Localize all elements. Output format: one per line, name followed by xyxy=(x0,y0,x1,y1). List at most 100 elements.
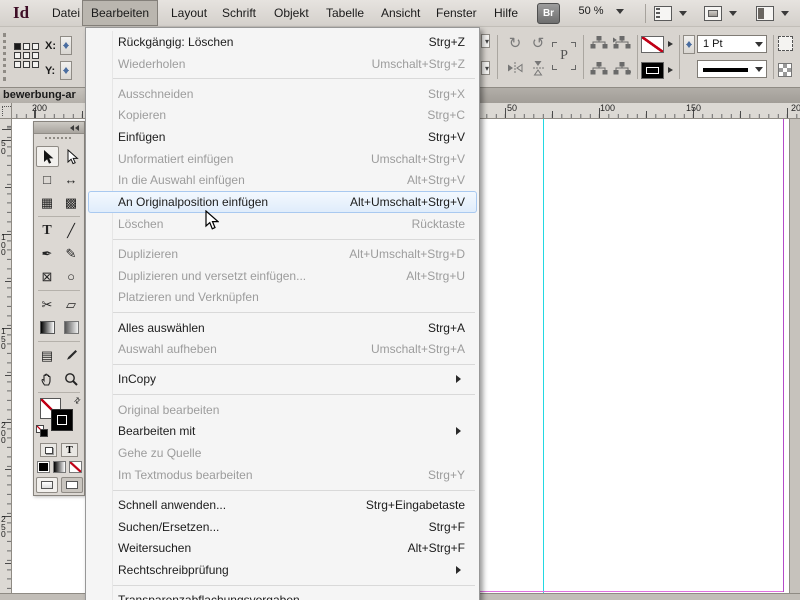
view-options-icon xyxy=(654,6,672,21)
menu-schrift[interactable]: Schrift xyxy=(213,0,265,26)
menu-item-shortcut: Strg+X xyxy=(427,86,465,101)
screen-mode-dropdown[interactable] xyxy=(704,4,737,23)
apply-color-button[interactable] xyxy=(36,461,50,473)
vertical-scrollbar[interactable] xyxy=(789,119,800,593)
guide-cyan[interactable] xyxy=(543,119,544,593)
content-placer-tool[interactable]: ▩ xyxy=(60,192,83,213)
menu-item[interactable]: Rückgängig: Löschen Strg+Z xyxy=(86,31,479,53)
menu-item[interactable]: Schnell anwenden... Strg+Eingabetaste xyxy=(86,494,479,516)
tools-panel-grip[interactable] xyxy=(34,137,84,145)
gradient-feather-tool[interactable] xyxy=(60,317,83,338)
menu-item[interactable]: Weitersuchen Alt+Strg+F xyxy=(86,537,479,559)
select-previous-object-icon[interactable] xyxy=(590,36,608,53)
flip-horizontal-icon[interactable] xyxy=(506,62,524,78)
swap-fill-stroke-icon[interactable]: ⇄ xyxy=(72,395,83,406)
menu-item[interactable]: Rechtschreibprüfung xyxy=(86,559,479,581)
menu-fenster[interactable]: Fenster xyxy=(427,0,486,26)
selection-tool[interactable] xyxy=(35,146,59,167)
pen-tool[interactable]: ✒ xyxy=(36,243,59,264)
content-collector-tool[interactable]: ▦ xyxy=(36,192,59,213)
page-tool[interactable]: □ xyxy=(36,169,59,190)
select-next-object-icon[interactable] xyxy=(612,36,631,53)
y-position-stepper[interactable] xyxy=(60,61,72,80)
note-tool[interactable]: ▤ xyxy=(36,345,59,366)
menu-item-label: Auswahl aufheben xyxy=(118,342,217,357)
content-collector-tool-icon: ▦ xyxy=(40,194,54,210)
menu-hilfe[interactable]: Hilfe xyxy=(485,0,527,26)
free-transform-tool-icon: ▱ xyxy=(66,296,76,312)
ruler-label: 2 5 0 xyxy=(1,514,6,539)
guide-magenta-right[interactable] xyxy=(783,119,784,592)
clipped-field[interactable]: ▾ xyxy=(481,34,490,48)
rotate-ccw-icon[interactable]: ↺ xyxy=(529,36,547,52)
ruler-origin[interactable] xyxy=(0,103,12,119)
menu-item[interactable]: Bearbeiten mit xyxy=(86,421,479,443)
scissors-tool[interactable]: ✂ xyxy=(36,294,59,315)
zoom-level-dropdown[interactable]: 50 % xyxy=(570,5,632,22)
clipped-field[interactable]: ▾ xyxy=(481,61,490,75)
stroke-color-swatch[interactable] xyxy=(641,36,664,53)
tools-panel-header[interactable] xyxy=(34,122,84,134)
menu-tabelle[interactable]: Tabelle xyxy=(317,0,373,26)
menu-item[interactable]: Suchen/Ersetzen... Strg+F xyxy=(86,516,479,538)
rotate-cw-icon[interactable]: ↻ xyxy=(506,36,524,52)
select-container-icon[interactable]: P xyxy=(552,42,576,70)
zoom-tool[interactable] xyxy=(60,368,83,389)
gradient-swatch-tool[interactable] xyxy=(36,317,59,338)
preview-mode-button[interactable] xyxy=(60,477,83,493)
flip-vertical-icon[interactable] xyxy=(529,61,547,78)
apply-none-button[interactable] xyxy=(68,461,82,473)
menu-item[interactable]: An Originalposition einfügen Alt+Umschalt… xyxy=(88,191,477,213)
free-transform-tool[interactable]: ▱ xyxy=(60,294,83,315)
guide-magenta-bottom[interactable] xyxy=(480,591,783,592)
menu-bearbeiten[interactable]: Bearbeiten xyxy=(82,0,159,26)
stroke-weight-stepper[interactable] xyxy=(683,35,695,54)
view-options-dropdown[interactable] xyxy=(654,4,687,23)
line-tool[interactable]: ╱ xyxy=(60,220,83,241)
formatting-affects-container-button[interactable] xyxy=(40,443,57,457)
vertical-ruler[interactable]: 5 0 1 0 0 1 5 0 2 0 0 2 5 0 xyxy=(0,119,12,600)
reference-point-proxy[interactable] xyxy=(14,43,39,68)
panel-grip[interactable] xyxy=(3,33,6,81)
fill-flyout-arrow[interactable] xyxy=(668,67,676,73)
menu-item[interactable]: Alles auswählen Strg+A xyxy=(86,317,479,339)
formatting-affects-text-button[interactable]: T xyxy=(61,443,78,457)
menu-separator xyxy=(86,390,479,399)
ruler-label: 100 xyxy=(600,103,616,113)
stroke-weight-combo[interactable]: 1 Pt xyxy=(697,35,767,53)
collapse-panel-icon xyxy=(75,124,79,131)
pencil-tool[interactable]: ✎ xyxy=(60,243,83,264)
transparency-icon[interactable] xyxy=(778,63,792,77)
menu-objekt[interactable]: Objekt xyxy=(265,0,318,26)
bridge-button[interactable]: Br xyxy=(537,3,560,24)
select-child-icon[interactable] xyxy=(613,62,632,79)
note-tool-icon: ▤ xyxy=(40,347,54,363)
default-fill-stroke-icon[interactable] xyxy=(36,425,48,437)
menu-item[interactable]: Einfügen Strg+V xyxy=(86,126,479,148)
apply-gradient-button[interactable] xyxy=(52,461,66,473)
arrange-documents-dropdown[interactable] xyxy=(756,4,789,23)
zoom-tool-icon xyxy=(65,372,78,386)
fill-color-swatch[interactable] xyxy=(641,62,664,79)
hand-tool[interactable] xyxy=(36,368,59,389)
zoom-level-value: 50 % xyxy=(578,5,604,18)
x-position-stepper[interactable] xyxy=(60,36,72,55)
menu-item[interactable]: Transparenzabflachungsvorgaben xyxy=(86,589,479,600)
bounding-box-icon[interactable] xyxy=(778,36,793,51)
stroke-style-combo[interactable] xyxy=(697,60,767,78)
eyedropper-tool[interactable] xyxy=(60,345,83,366)
type-tool[interactable]: T xyxy=(36,220,59,241)
menu-layout[interactable]: Layout xyxy=(162,0,216,26)
direct-selection-tool[interactable] xyxy=(60,146,83,167)
stroke-flyout-arrow[interactable] xyxy=(668,41,676,47)
gap-tool[interactable]: ↔ xyxy=(60,169,83,190)
ellipse-tool[interactable]: ○ xyxy=(60,266,83,287)
frame-tool[interactable]: ⊠ xyxy=(36,266,59,287)
stroke-swatch[interactable] xyxy=(51,409,73,431)
menu-item[interactable]: InCopy xyxy=(86,369,479,391)
menu-item-shortcut: Umschalt+Strg+Z xyxy=(371,56,465,71)
menu-item: Löschen Rücktaste xyxy=(86,213,479,235)
menu-ansicht[interactable]: Ansicht xyxy=(372,0,429,26)
select-parent-icon[interactable] xyxy=(590,62,608,79)
normal-mode-button[interactable] xyxy=(35,477,58,493)
